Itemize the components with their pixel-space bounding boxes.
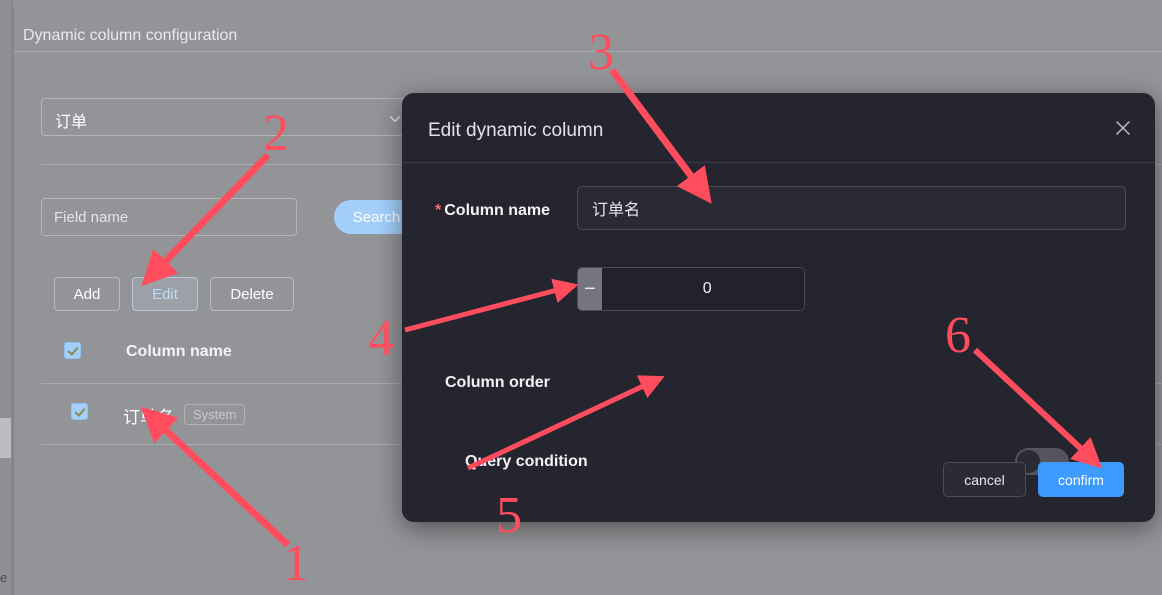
annotation-1: 1: [283, 535, 309, 592]
close-icon[interactable]: [1113, 118, 1133, 138]
column-name-header-label: Column name: [126, 343, 232, 360]
delete-button[interactable]: Delete: [210, 277, 294, 311]
column-order-label: Column order: [445, 374, 550, 391]
column-order-stepper: − +: [577, 267, 805, 311]
left-rail-scroll-chip[interactable]: [0, 418, 11, 458]
column-name-label: * Column name: [435, 202, 550, 220]
select-all-checkbox[interactable]: [64, 342, 81, 359]
column-order-value[interactable]: [601, 268, 804, 310]
annotation-3: 3: [588, 24, 614, 81]
decrement-button[interactable]: −: [578, 268, 602, 310]
dialog-header: Edit dynamic column: [402, 93, 1155, 163]
page-title: Dynamic column configuration: [23, 27, 238, 44]
query-condition-label: Query condition: [465, 453, 588, 470]
column-name-label-text: Column name: [444, 202, 551, 219]
annotation-5: 5: [496, 487, 522, 544]
annotation-2: 2: [263, 105, 289, 162]
row-system-tag: System: [184, 404, 246, 425]
dialog-title: Edit dynamic column: [428, 120, 604, 141]
app-root: e Dynamic column configuration 订单 Search…: [0, 0, 1162, 595]
table-select-value: 订单: [55, 114, 88, 131]
edit-button[interactable]: Edit: [132, 277, 198, 311]
field-name-input[interactable]: [41, 198, 297, 236]
cancel-button[interactable]: cancel: [943, 462, 1026, 497]
chevron-down-icon: [389, 113, 401, 125]
confirm-button[interactable]: confirm: [1038, 462, 1124, 497]
left-rail: e: [0, 0, 13, 595]
left-rail-glyph: e: [0, 570, 8, 585]
column-name-input[interactable]: [577, 186, 1126, 230]
annotation-4: 4: [368, 310, 394, 367]
row-checkbox[interactable]: [71, 403, 88, 420]
edit-dynamic-column-dialog: Edit dynamic column *Column name Column …: [402, 93, 1155, 522]
table-select[interactable]: 订单: [41, 98, 413, 136]
add-button[interactable]: Add: [54, 277, 120, 311]
row-column-name: 订单名: [123, 408, 174, 427]
annotation-6: 6: [945, 307, 971, 364]
required-marker: *: [435, 202, 442, 219]
